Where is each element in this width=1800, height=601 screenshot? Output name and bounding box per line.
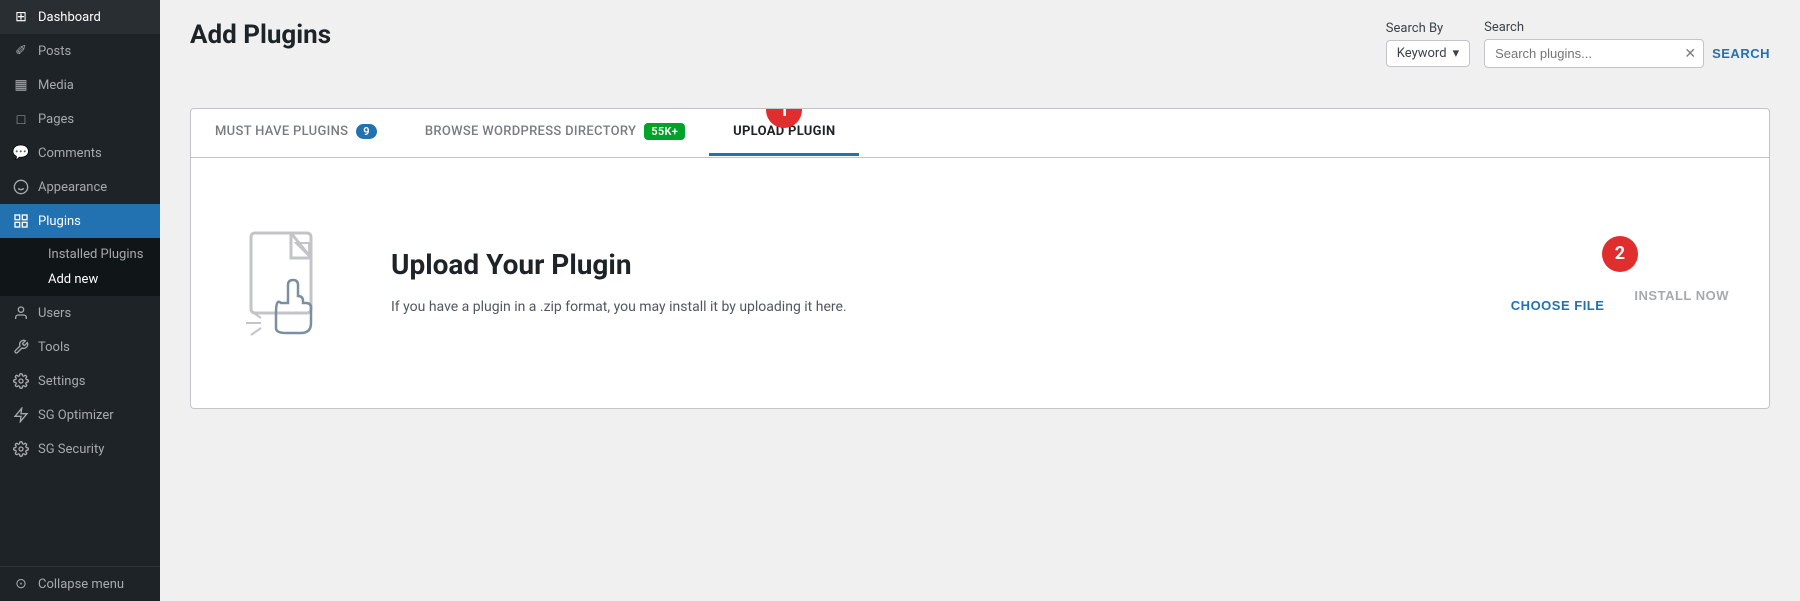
search-input[interactable] (1484, 39, 1704, 68)
dropdown-chevron-icon: ▾ (1453, 46, 1460, 61)
sidebar-item-posts[interactable]: ✐ Posts (0, 34, 160, 68)
step2-circle: 2 (1602, 236, 1638, 272)
users-icon (12, 304, 30, 322)
sidebar-item-label: Tools (38, 340, 70, 355)
comments-icon: 💬 (12, 144, 30, 162)
collapse-icon: ⊙ (12, 575, 30, 593)
main-content: Add Plugins Search By Keyword ▾ Search ✕ (160, 0, 1800, 601)
sidebar-item-label: Plugins (38, 214, 81, 229)
choose-file-button[interactable]: CHOOSE FILE (1511, 298, 1605, 313)
search-input-wrap: ✕ (1484, 39, 1704, 68)
sidebar-item-label: Comments (38, 146, 102, 161)
tools-icon (12, 338, 30, 356)
search-by-value: Keyword (1397, 46, 1447, 61)
sidebar-item-tools[interactable]: Tools (0, 330, 160, 364)
sidebar-item-label: Appearance (38, 180, 107, 195)
sidebar: ⊞ Dashboard ✐ Posts ▦ Media □ Pages 💬 Co… (0, 0, 160, 601)
tab-must-have[interactable]: MUST HAVE PLUGINS 9 (191, 110, 401, 156)
sidebar-item-sg-security[interactable]: SG Security (0, 432, 160, 466)
step1-number: 1 (779, 108, 790, 121)
sidebar-item-label: SG Security (38, 442, 104, 457)
tab-browse-badge: 55K+ (644, 123, 685, 140)
page-title: Add Plugins (190, 20, 331, 50)
sg-security-icon (12, 440, 30, 458)
sidebar-item-appearance[interactable]: Appearance (0, 170, 160, 204)
tab-upload[interactable]: 1 UPLOAD PLUGIN (709, 110, 859, 156)
upload-title: Upload Your Plugin (391, 248, 847, 281)
sidebar-item-plugins[interactable]: Plugins ◀ (0, 204, 160, 238)
upload-description: If you have a plugin in a .zip format, y… (391, 297, 847, 318)
sidebar-sub-item-installed[interactable]: Installed Plugins (36, 242, 160, 267)
sidebar-item-label: Pages (38, 112, 74, 127)
settings-icon (12, 372, 30, 390)
sidebar-item-label: Settings (38, 374, 85, 389)
sidebar-item-media[interactable]: ▦ Media (0, 68, 160, 102)
tab-must-have-label: MUST HAVE PLUGINS (215, 124, 348, 139)
step2-wrap: 2 CHOOSE FILE INSTALL NOW (1511, 254, 1729, 313)
sidebar-item-users[interactable]: Users (0, 296, 160, 330)
sg-optimizer-icon (12, 406, 30, 424)
sidebar-item-label: Media (38, 78, 74, 93)
sidebar-collapse[interactable]: ⊙ Collapse menu (0, 566, 160, 601)
search-label: Search (1484, 20, 1524, 35)
sidebar-sub-item-addnew[interactable]: Add new (36, 267, 160, 292)
search-by-dropdown[interactable]: Keyword ▾ (1386, 40, 1470, 67)
tabs-header: MUST HAVE PLUGINS 9 BROWSE WORDPRESS DIR… (191, 109, 1769, 158)
appearance-icon (12, 178, 30, 196)
sidebar-item-label: Posts (38, 44, 71, 59)
sidebar-item-label: Dashboard (38, 10, 101, 25)
plugins-icon (12, 212, 30, 230)
sidebar-item-pages[interactable]: □ Pages (0, 102, 160, 136)
upload-text-area: Upload Your Plugin If you have a plugin … (391, 248, 847, 318)
sidebar-item-label: Users (38, 306, 71, 321)
upload-actions: 2 CHOOSE FILE INSTALL NOW (1511, 254, 1729, 313)
collapse-label: Collapse menu (38, 577, 124, 592)
search-by-label: Search By (1386, 21, 1443, 36)
tabs-container: MUST HAVE PLUGINS 9 BROWSE WORDPRESS DIR… (190, 108, 1770, 409)
plugins-arrow-icon: ◀ (140, 216, 148, 227)
posts-icon: ✐ (12, 42, 30, 60)
clear-search-icon[interactable]: ✕ (1684, 46, 1696, 62)
search-area: Search By Keyword ▾ Search ✕ SEARCH (1386, 20, 1770, 68)
sidebar-item-comments[interactable]: 💬 Comments (0, 136, 160, 170)
install-now-button[interactable]: INSTALL NOW (1634, 288, 1729, 303)
tab-browse[interactable]: BROWSE WORDPRESS DIRECTORY 55K+ (401, 109, 709, 157)
sidebar-item-label: SG Optimizer (38, 408, 114, 423)
tab-must-have-badge: 9 (356, 124, 377, 139)
tab-browse-label: BROWSE WORDPRESS DIRECTORY (425, 124, 636, 139)
media-icon: ▦ (12, 76, 30, 94)
dashboard-icon: ⊞ (12, 8, 30, 26)
pages-icon: □ (12, 110, 30, 128)
plugin-upload-illustration (231, 223, 351, 343)
sidebar-item-settings[interactable]: Settings (0, 364, 160, 398)
plugins-submenu: Installed Plugins Add new (0, 238, 160, 296)
search-button[interactable]: SEARCH (1712, 46, 1770, 61)
step2-number: 2 (1615, 243, 1625, 264)
tab-upload-content: Upload Your Plugin If you have a plugin … (191, 158, 1769, 408)
sidebar-item-dashboard[interactable]: ⊞ Dashboard (0, 0, 160, 34)
sidebar-item-sg-optimizer[interactable]: SG Optimizer (0, 398, 160, 432)
